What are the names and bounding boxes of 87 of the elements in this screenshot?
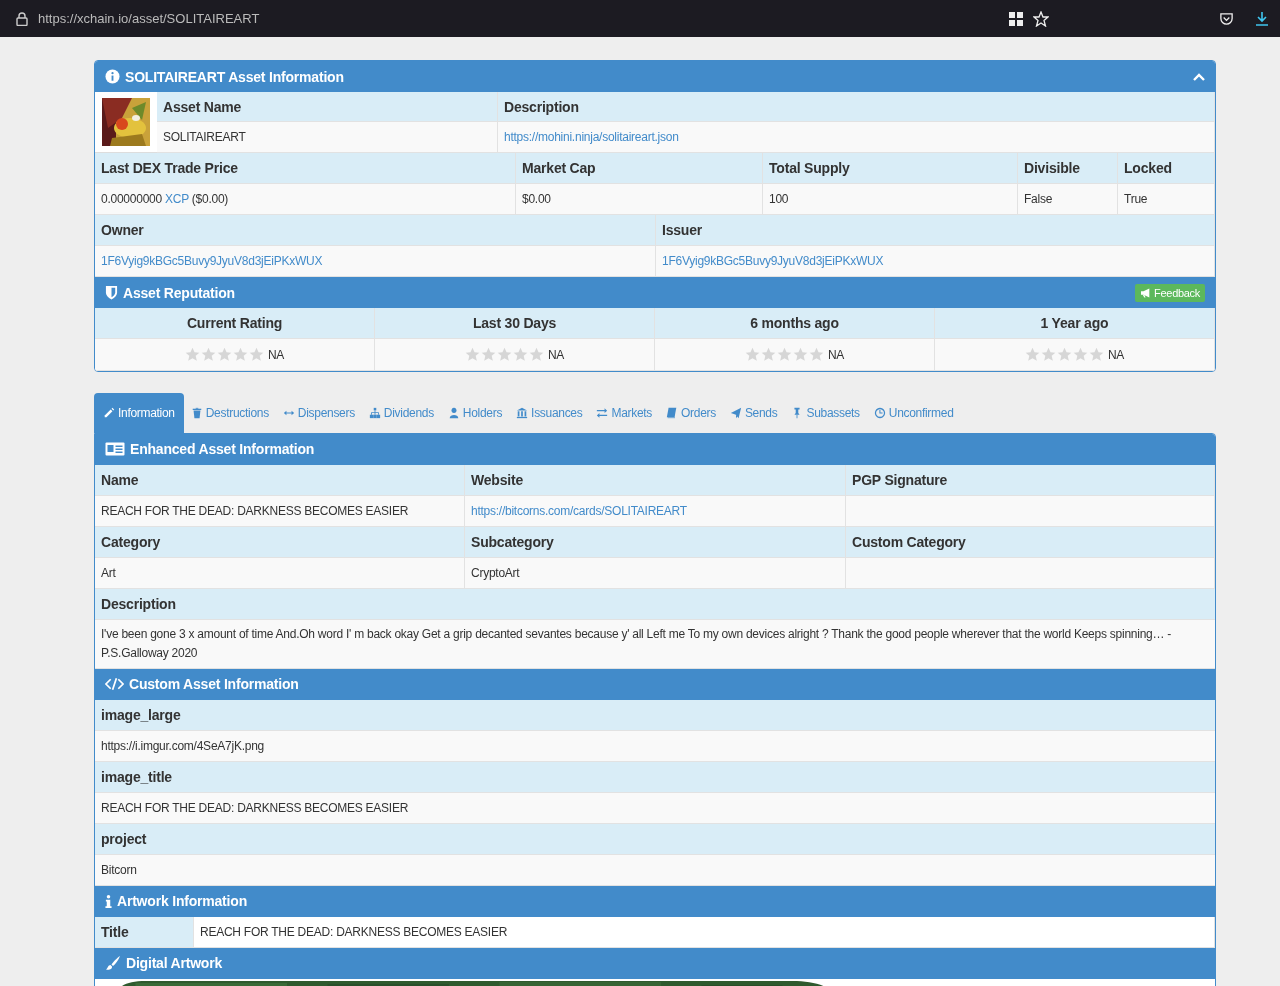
- column-header: Name: [101, 471, 139, 488]
- lock-icon: [16, 11, 28, 26]
- table-cell: SOLITAIREART: [163, 130, 246, 144]
- row-header: Description: [101, 595, 176, 612]
- rating-value: NA: [547, 347, 565, 362]
- tab[interactable]: Subassets: [784, 392, 867, 433]
- info-icon: [105, 893, 112, 909]
- row-header: image_large: [101, 706, 181, 723]
- column-header: Last DEX Trade Price: [101, 160, 238, 176]
- tab[interactable]: Issuances: [509, 392, 590, 433]
- column-header: Market Cap: [522, 160, 596, 176]
- panel-title: Custom Asset Information: [129, 676, 299, 693]
- column-header: Website: [471, 471, 524, 488]
- panel-title: Artwork Information: [117, 893, 247, 910]
- collapse-chevron-icon[interactable]: [1193, 72, 1205, 81]
- link[interactable]: https://mohini.ninja/solitaireart.json: [504, 130, 679, 144]
- panel-title: Digital Artwork: [126, 955, 223, 972]
- column-header: Locked: [1124, 160, 1172, 176]
- download-icon[interactable]: [1254, 10, 1270, 27]
- table-cell: Art: [101, 565, 116, 580]
- column-header: 1 Year ago: [1040, 315, 1109, 331]
- table-cell: REACH FOR THE DEAD: DARKNESS BECOMES EASIER: [200, 924, 508, 939]
- tab[interactable]: Destructions: [183, 392, 276, 433]
- column-header: Custom Category: [852, 533, 966, 550]
- id-card-icon: [105, 442, 125, 457]
- book-icon: [666, 406, 679, 419]
- tab[interactable]: Dispensers: [275, 392, 362, 433]
- paintbrush-icon: [105, 955, 121, 972]
- column-header: 6 months ago: [750, 315, 839, 331]
- panel-title: Asset Reputation: [123, 284, 235, 301]
- paper-plane-icon: [729, 406, 742, 419]
- description-text: I've been gone 3 x amount of time And.Oh word I' m back okay Get a grip decanted sevantes because y' all Left me To my own devices alright ? Thank the good people wherever that the world Keeps spinning… - P.S.Galloway 2020: [101, 626, 1172, 660]
- column-header: Description: [504, 99, 579, 115]
- table-cell: $0.00: [522, 192, 551, 206]
- column-header: PGP Signature: [852, 471, 948, 488]
- rating-value: NA: [827, 347, 845, 362]
- table-cell: REACH FOR THE DEAD: DARKNESS BECOMES EASIER: [101, 503, 409, 518]
- sitemap-icon: [368, 406, 381, 419]
- column-header: Category: [101, 533, 161, 550]
- row-header: Title: [101, 923, 129, 940]
- table-cell: 100: [769, 192, 789, 206]
- user-icon: [447, 406, 460, 419]
- column-header: Owner: [101, 222, 144, 238]
- grid-icon[interactable]: [1009, 11, 1023, 26]
- column-header: Divisible: [1024, 160, 1080, 176]
- tab[interactable]: Holders: [440, 392, 510, 433]
- table-cell: 0.00000000: [101, 192, 162, 206]
- table-cell: REACH FOR THE DEAD: DARKNESS BECOMES EASIER: [101, 800, 409, 815]
- tab[interactable]: Orders: [659, 392, 723, 433]
- rating-value: NA: [1107, 347, 1125, 362]
- code-icon: [105, 677, 124, 692]
- trash-icon: [190, 406, 203, 419]
- tab[interactable]: Dividends: [361, 392, 441, 433]
- exchange-icon: [596, 406, 609, 419]
- panel-title: Enhanced Asset Information: [130, 441, 315, 458]
- table-cell: ($0.00): [191, 192, 229, 206]
- bookmark-star-icon[interactable]: [1033, 10, 1049, 27]
- tab[interactable]: Markets: [589, 392, 660, 433]
- row-header: image_title: [101, 768, 172, 785]
- tab[interactable]: Unconfirmed: [866, 392, 961, 433]
- pencil-icon: [103, 406, 115, 419]
- table-cell: https://i.imgur.com/4SeA7jK.png: [101, 738, 264, 753]
- link[interactable]: 1F6Vyig9kBGc5Buvy9JyuV8d3jEiPKxWUX: [662, 254, 884, 268]
- tab[interactable]: Sends: [722, 392, 785, 433]
- link[interactable]: XCP: [165, 192, 189, 206]
- column-header: Asset Name: [163, 99, 242, 115]
- panel-title: SOLITAIREART Asset Information: [125, 68, 344, 85]
- table-cell: CryptoArt: [471, 565, 520, 580]
- tab[interactable]: Information: [94, 392, 184, 433]
- link[interactable]: 1F6Vyig9kBGc5Buvy9JyuV8d3jEiPKxWUX: [101, 254, 323, 268]
- table-cell: Bitcorn: [101, 862, 137, 877]
- info-icon: [105, 69, 120, 84]
- column-header: Last 30 Days: [472, 315, 557, 331]
- row-header: project: [101, 830, 147, 847]
- clock-icon: [873, 406, 886, 419]
- feedback-button[interactable]: Feedback: [1135, 283, 1205, 302]
- bank-icon: [516, 406, 529, 419]
- pocket-icon[interactable]: [1219, 11, 1234, 26]
- column-header: Subcategory: [471, 533, 554, 550]
- table-cell: False: [1024, 192, 1053, 206]
- address-bar-url[interactable]: https://xchain.io/asset/SOLITAIREART: [38, 11, 260, 26]
- column-header: Issuer: [662, 222, 703, 238]
- column-header: Current Rating: [186, 315, 283, 331]
- shield-icon: [105, 285, 118, 300]
- rating-value: NA: [267, 347, 285, 362]
- column-header: Total Supply: [769, 160, 850, 176]
- table-cell: True: [1124, 192, 1148, 206]
